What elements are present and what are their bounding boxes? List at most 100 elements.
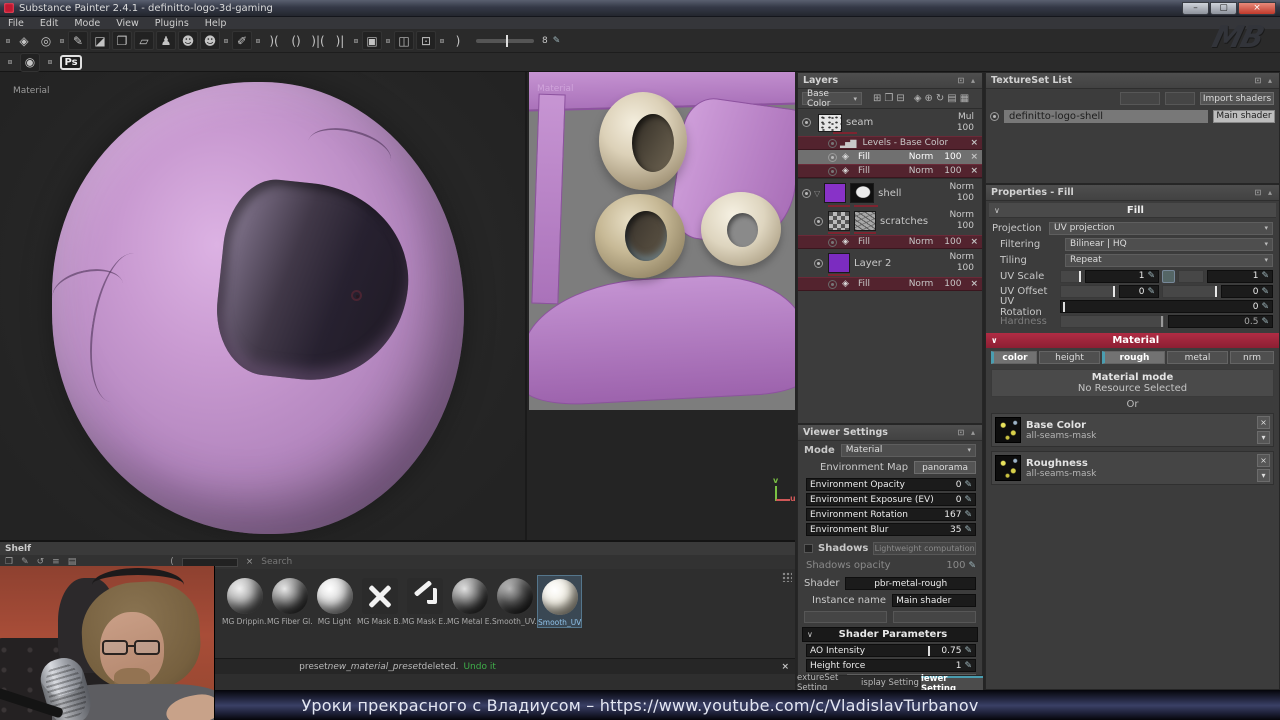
- shelf-material-item[interactable]: MG Mask E...: [402, 575, 447, 626]
- close-button[interactable]: ×: [1238, 2, 1276, 15]
- effect-opacity[interactable]: 100: [944, 237, 961, 247]
- refresh-icon[interactable]: ↻: [936, 93, 944, 104]
- visibility-eye-icon[interactable]: [828, 153, 837, 162]
- stencil-icon[interactable]: ): [448, 31, 468, 50]
- shelf-material-item[interactable]: MG Metal E...: [447, 575, 492, 626]
- visibility-eye-icon[interactable]: [828, 167, 837, 176]
- textureset-item[interactable]: definitto-logo-shell: [1004, 110, 1208, 123]
- smart-material-icon[interactable]: ◎: [36, 31, 56, 50]
- uv-scale-y-field[interactable]: 1✎: [1207, 270, 1273, 283]
- edit-pencil-icon[interactable]: ✎: [553, 36, 561, 46]
- blend-mode[interactable]: Norm: [909, 279, 934, 289]
- layer-row-layer2[interactable]: Layer 2 Norm100: [798, 249, 982, 277]
- environment-blur-field[interactable]: Environment Blur35✎: [806, 523, 976, 536]
- clone-tool-icon[interactable]: ☻: [178, 31, 198, 50]
- remove-effect-icon[interactable]: ×: [970, 279, 978, 289]
- base-color-resource-card[interactable]: Base Color all-seams-mask × ▾: [991, 413, 1274, 447]
- roughness-resource-card[interactable]: Roughness all-seams-mask × ▾: [991, 451, 1274, 485]
- add-fill-icon[interactable]: ⊕: [924, 93, 932, 104]
- clear-search-icon[interactable]: ×: [246, 557, 254, 567]
- substance-logo-icon[interactable]: ◈: [14, 31, 34, 50]
- minimize-button[interactable]: –: [1182, 2, 1209, 15]
- visibility-eye-icon[interactable]: [814, 259, 823, 268]
- effect-row-fill[interactable]: ◈ Fill Norm 100 ×: [798, 277, 982, 291]
- undo-it-link[interactable]: Undo it: [463, 662, 495, 672]
- smudge-tool-icon[interactable]: ✐: [232, 31, 252, 50]
- blend-mode[interactable]: Mul: [958, 112, 974, 122]
- uv-rotation-field[interactable]: 0✎: [1060, 300, 1273, 313]
- instance-name-field[interactable]: Main shader: [892, 594, 976, 607]
- polygon-fill-tool-icon[interactable]: ▱: [134, 31, 154, 50]
- resource-dropdown-icon[interactable]: ▾: [1257, 431, 1270, 444]
- menu-plugins[interactable]: Plugins: [155, 18, 189, 29]
- layer-opacity[interactable]: 100: [957, 123, 974, 133]
- delete-layer-icon[interactable]: ▦: [960, 93, 969, 104]
- material-view-icon[interactable]: ▣: [362, 31, 382, 50]
- visibility-eye-icon[interactable]: [828, 139, 837, 148]
- layer-opacity[interactable]: 100: [957, 221, 974, 231]
- panel-window-icons[interactable]: ⊡ ▴: [1254, 76, 1274, 85]
- layer-name[interactable]: scratches: [880, 216, 928, 227]
- viewport-2d[interactable]: Material v u: [529, 72, 795, 540]
- add-layer-icon[interactable]: ❐: [884, 93, 893, 104]
- effect-name[interactable]: Fill: [858, 279, 870, 289]
- uv-scale-y-slider[interactable]: [1178, 270, 1204, 283]
- visibility-eye-icon[interactable]: [828, 280, 837, 289]
- layer-name[interactable]: Layer 2: [854, 258, 891, 269]
- model-3d-purple-ring[interactable]: [52, 82, 464, 534]
- environment-opacity-field[interactable]: Environment Opacity0✎: [806, 478, 976, 491]
- eraser-tool-icon[interactable]: ◪: [90, 31, 110, 50]
- blend-mode[interactable]: Norm: [909, 237, 934, 247]
- menu-file[interactable]: File: [8, 18, 24, 29]
- geometry-mask-fill-icon[interactable]: )|: [330, 31, 350, 50]
- channel-height-button[interactable]: height: [1039, 351, 1100, 364]
- remove-effect-icon[interactable]: ×: [970, 166, 978, 176]
- shelf-material-item-selected[interactable]: Smooth_UV...: [537, 575, 582, 628]
- resource-dropdown-icon[interactable]: ▾: [1257, 469, 1270, 482]
- visibility-eye-icon[interactable]: [828, 238, 837, 247]
- viewport-3d[interactable]: Material y -Z x: [0, 72, 527, 540]
- clear-resource-icon[interactable]: ×: [1257, 416, 1270, 429]
- menu-help[interactable]: Help: [205, 18, 227, 29]
- menu-mode[interactable]: Mode: [74, 18, 100, 29]
- uv-offset-y-field[interactable]: 0✎: [1221, 285, 1273, 298]
- effect-name[interactable]: Fill: [858, 152, 870, 162]
- layer-name[interactable]: seam: [846, 117, 873, 128]
- layer-row-shell[interactable]: ▽ shell Norm100: [798, 178, 982, 207]
- filtering-dropdown[interactable]: Bilinear | HQ▾: [1065, 238, 1273, 251]
- layer-name[interactable]: shell: [878, 188, 901, 199]
- tab-textureset-settings[interactable]: extureSet Setting: [797, 676, 859, 690]
- blend-mode[interactable]: Norm: [949, 252, 974, 262]
- layer-opacity[interactable]: 100: [957, 263, 974, 273]
- blend-mode[interactable]: Norm: [909, 166, 934, 176]
- main-shader-button[interactable]: Main shader: [1213, 110, 1275, 123]
- effect-row-fill-selected[interactable]: ◈ Fill Norm 100 ×: [798, 150, 982, 164]
- effect-row-fill[interactable]: ◈ Fill Norm 100 ×: [798, 235, 982, 249]
- camera-icon[interactable]: ◉: [20, 53, 40, 72]
- add-effect-icon[interactable]: ⊞: [873, 93, 881, 104]
- layer-transparency-thumbnail[interactable]: [828, 211, 850, 231]
- projection-tool-icon[interactable]: ❐: [112, 31, 132, 50]
- layer-opacity[interactable]: 100: [957, 193, 974, 203]
- brush-size-value[interactable]: 8: [542, 36, 548, 46]
- layer-grunge-thumbnail[interactable]: [854, 211, 876, 231]
- visibility-eye-icon[interactable]: [814, 217, 823, 226]
- perspective-cube-icon[interactable]: ⊡: [416, 31, 436, 50]
- effect-row-levels[interactable]: ▂▅▇ Levels - Base Color ×: [798, 136, 982, 150]
- channel-color-button[interactable]: color: [991, 351, 1037, 364]
- display-mode-icon[interactable]: ◫: [394, 31, 414, 50]
- import-shaders-button[interactable]: Import shaders: [1200, 92, 1274, 105]
- uv-offset-x-field[interactable]: 0✎: [1119, 285, 1159, 298]
- shelf-material-item[interactable]: MG Light: [312, 575, 357, 626]
- viewer-mode-dropdown[interactable]: Material▾: [841, 444, 976, 457]
- tab-display-settings[interactable]: isplay Setting: [859, 676, 921, 690]
- effect-opacity[interactable]: 100: [944, 152, 961, 162]
- geometry-mask-uv-icon[interactable]: (): [286, 31, 306, 50]
- add-mask-icon[interactable]: ⊟: [896, 93, 904, 104]
- material-section-header[interactable]: ∨ Material: [986, 333, 1279, 348]
- effect-name[interactable]: Fill: [858, 237, 870, 247]
- tiling-dropdown[interactable]: Repeat▾: [1065, 254, 1273, 267]
- environment-rotation-field[interactable]: Environment Rotation167✎: [806, 508, 976, 521]
- uv-scale-x-field[interactable]: 1✎: [1085, 270, 1159, 283]
- panel-window-icons[interactable]: ⊡ ▴: [957, 428, 977, 437]
